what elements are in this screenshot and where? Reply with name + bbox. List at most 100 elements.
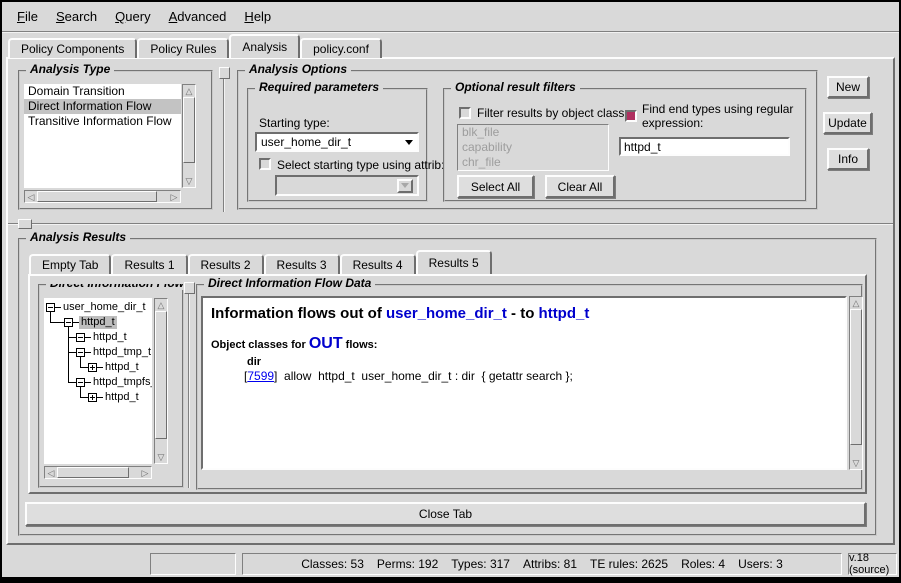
results-sash-handle[interactable] <box>184 282 195 294</box>
attrib-checkbox[interactable] <box>259 158 271 170</box>
status-stat: Perms: 192 <box>377 557 438 571</box>
menu-help[interactable]: Help <box>235 9 280 24</box>
analysis-type-item[interactable]: Transitive Information Flow <box>24 114 181 129</box>
tree-node-label[interactable]: httpd_t <box>79 316 117 329</box>
status-stat: Classes: 53 <box>301 557 364 571</box>
tree-vscrollbar[interactable] <box>154 298 168 464</box>
rule-number-link[interactable]: 7599 <box>247 369 274 383</box>
pane-sash-handle[interactable] <box>18 219 32 229</box>
filter-by-class-label[interactable]: Filter results by object class: <box>477 106 628 120</box>
analysis-type-hscrollbar[interactable] <box>24 190 181 203</box>
results-tab-empty-tab[interactable]: Empty Tab <box>29 254 111 274</box>
tree-node-label[interactable]: httpd_tmpfs_t <box>91 376 152 389</box>
tab-analysis[interactable]: Analysis <box>229 34 300 58</box>
tree-row[interactable]: httpd_t <box>44 330 152 345</box>
scroll-up-icon[interactable] <box>155 299 167 311</box>
regex-input[interactable] <box>619 137 790 156</box>
regex-checkbox-label[interactable]: Find end types using regular expression: <box>642 102 798 130</box>
results-tab-results-2[interactable]: Results 2 <box>188 254 264 274</box>
object-class-listbox: blk_filecapabilitychr_file <box>457 124 609 171</box>
results-tab-results-4[interactable]: Results 4 <box>340 254 416 274</box>
expand-icon[interactable] <box>88 393 97 402</box>
select-all-button[interactable]: Select All <box>457 175 534 198</box>
scrollbar-thumb[interactable] <box>155 311 167 439</box>
menu-search[interactable]: Search <box>47 9 106 24</box>
main-tab-bar: Policy ComponentsPolicy RulesAnalysispol… <box>8 34 382 58</box>
update-button[interactable]: Update <box>823 112 872 134</box>
target-type: httpd_t <box>539 305 590 322</box>
tree-node-label[interactable]: httpd_tmp_t <box>91 346 152 359</box>
tree-node-label[interactable]: httpd_t <box>103 361 141 374</box>
status-empty-box <box>150 553 236 575</box>
scrollbar-thumb[interactable] <box>37 191 157 202</box>
required-parameters-frame: Required parameters Starting type: user_… <box>247 88 428 202</box>
scroll-right-icon[interactable] <box>168 191 180 202</box>
scroll-up-icon[interactable] <box>183 85 195 97</box>
pane-sash-vertical[interactable] <box>223 68 225 212</box>
flow-tree[interactable]: user_home_dir_t httpd_t httpd_t httpd_tmp_t… <box>44 298 152 464</box>
expand-icon[interactable] <box>88 363 97 372</box>
results-tab-results-5[interactable]: Results 5 <box>416 250 492 274</box>
info-button[interactable]: Info <box>827 148 869 170</box>
optional-result-filters-title: Optional result filters <box>451 80 580 94</box>
scroll-down-icon[interactable] <box>183 175 195 187</box>
tree-node-label[interactable]: httpd_t <box>103 391 141 404</box>
tree-row[interactable]: httpd_t <box>44 315 152 330</box>
results-tab-results-3[interactable]: Results 3 <box>264 254 340 274</box>
data-vscrollbar[interactable] <box>849 296 863 470</box>
scroll-down-icon[interactable] <box>850 457 862 469</box>
tree-row[interactable]: httpd_t <box>44 360 152 375</box>
pane-sash-handle[interactable] <box>219 67 230 79</box>
tree-row[interactable]: httpd_tmpfs_t <box>44 375 152 390</box>
scroll-down-icon[interactable] <box>155 451 167 463</box>
scroll-up-icon[interactable] <box>850 297 862 309</box>
clear-all-button[interactable]: Clear All <box>545 175 615 198</box>
menu-query[interactable]: Query <box>106 9 159 24</box>
analysis-type-listbox[interactable]: Domain TransitionDirect Information Flow… <box>24 84 181 188</box>
flow-data-text[interactable]: Information flows out of user_home_dir_t… <box>201 296 847 470</box>
tree-row[interactable]: user_home_dir_t <box>44 300 152 315</box>
analysis-type-frame: Analysis Type Domain TransitionDirect In… <box>18 70 213 210</box>
scrollbar-thumb[interactable] <box>850 309 862 445</box>
new-button[interactable]: New <box>827 76 869 98</box>
starting-type-combobox[interactable]: user_home_dir_t <box>255 132 419 152</box>
analysis-type-item[interactable]: Domain Transition <box>24 84 181 99</box>
close-tab-button[interactable]: Close Tab <box>25 502 866 526</box>
results-tab-results-1[interactable]: Results 1 <box>111 254 187 274</box>
chevron-down-icon[interactable] <box>405 140 413 145</box>
scrollbar-thumb[interactable] <box>57 467 129 478</box>
chevron-down-icon <box>397 179 413 193</box>
menu-file[interactable]: File <box>8 9 47 24</box>
object-class-item: capability <box>458 140 608 155</box>
tab-policy-rules[interactable]: Policy Rules <box>137 38 229 58</box>
collapse-icon[interactable] <box>76 348 85 357</box>
menu-advanced[interactable]: Advanced <box>160 9 236 24</box>
source-type: user_home_dir_t <box>386 305 507 322</box>
regex-checkbox[interactable] <box>625 110 637 122</box>
tree-node-label[interactable]: httpd_t <box>91 331 129 344</box>
tree-line <box>80 367 88 368</box>
attrib-checkbox-label[interactable]: Select starting type using attrib: <box>277 158 444 172</box>
tree-row[interactable]: httpd_tmp_t <box>44 345 152 360</box>
scroll-left-icon[interactable] <box>45 467 57 478</box>
window-bottom-edge <box>0 577 901 583</box>
collapse-icon[interactable] <box>64 318 73 327</box>
tree-row[interactable]: httpd_t <box>44 390 152 405</box>
analysis-type-item[interactable]: Direct Information Flow <box>24 99 181 114</box>
tree-node-label[interactable]: user_home_dir_t <box>61 301 148 314</box>
collapse-icon[interactable] <box>46 303 55 312</box>
analysis-type-vscrollbar[interactable] <box>182 84 196 188</box>
scroll-right-icon[interactable] <box>139 467 151 478</box>
optional-result-filters-frame: Optional result filters Filter results b… <box>443 88 807 202</box>
tree-hscrollbar[interactable] <box>44 466 152 479</box>
tree-line <box>68 337 76 338</box>
collapse-icon[interactable] <box>76 378 85 387</box>
tab-policy-components[interactable]: Policy Components <box>8 38 137 58</box>
scroll-left-icon[interactable] <box>25 191 37 202</box>
results-sash-vertical[interactable] <box>188 284 190 488</box>
tab-policy-conf[interactable]: policy.conf <box>300 38 382 58</box>
filter-by-class-checkbox[interactable] <box>459 107 471 119</box>
collapse-icon[interactable] <box>76 333 85 342</box>
pane-sash-horizontal[interactable] <box>8 223 893 225</box>
scrollbar-thumb[interactable] <box>183 97 195 163</box>
